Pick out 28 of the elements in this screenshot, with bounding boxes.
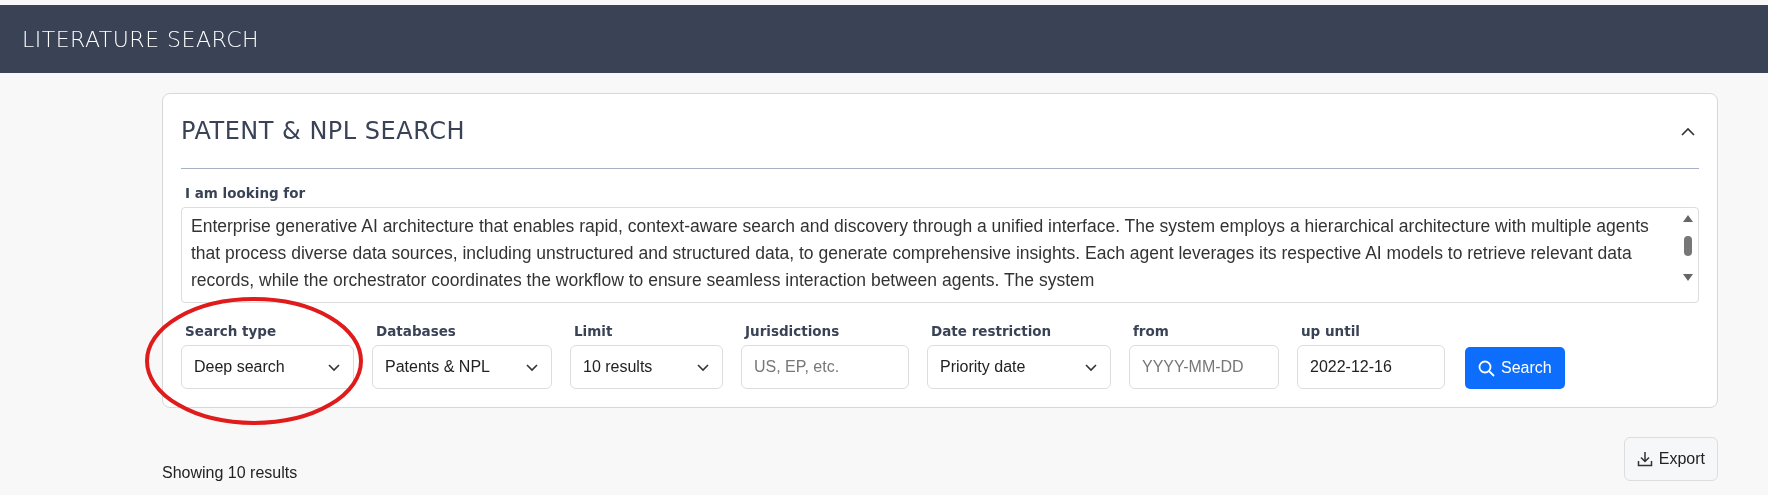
chevron-down-icon xyxy=(1084,362,1098,372)
field-label: Jurisdictions xyxy=(745,323,841,339)
search-icon xyxy=(1478,359,1495,377)
field-label: Search type xyxy=(185,323,278,339)
field-label: up until xyxy=(1301,323,1361,339)
export-button[interactable]: Export xyxy=(1623,437,1718,481)
input-field[interactable]: US, EP, etc. xyxy=(741,345,909,389)
input-field[interactable]: 2022-12-16 xyxy=(1297,345,1445,389)
dropdown[interactable]: Deep search xyxy=(181,345,354,389)
field-label: I am looking for xyxy=(185,185,307,201)
dropdown[interactable]: 10 results xyxy=(570,345,723,389)
dropdown[interactable]: Priority date xyxy=(927,345,1111,389)
chevron-down-icon xyxy=(525,362,539,372)
page-title: LITERATURE SEARCH xyxy=(22,26,260,52)
field-label: from xyxy=(1133,323,1170,339)
panel-title: PATENT & NPL SEARCH xyxy=(181,117,465,145)
dropdown[interactable]: Patents & NPL xyxy=(372,345,552,389)
chevron-down-icon xyxy=(327,362,341,372)
download-icon xyxy=(1636,451,1653,467)
field-label: Databases xyxy=(376,323,457,339)
field-label: Limit xyxy=(574,323,614,339)
input-field[interactable]: YYYY-MM-DD xyxy=(1129,345,1279,389)
field-label: Date restriction xyxy=(931,323,1053,339)
results-count: Showing 10 results xyxy=(162,464,298,482)
query-field[interactable]: Enterprise generative AI architecture that enables rapid, context-aware search and discovery through a unified interface. The system employs a hierarchical architecture with multiple agents that process diverse data sources, including unstructured and structured data, to generate comprehensive insights. Each agent leverages its respective AI models to retrieve relevant data records, while the orchestrator coordinates the workflow to ensure seamless interaction between agents. The system xyxy=(181,207,1699,303)
chevron-down-icon xyxy=(696,362,710,372)
search-button[interactable]: Search xyxy=(1465,347,1565,389)
collapse-chevron-icon xyxy=(1681,126,1695,136)
